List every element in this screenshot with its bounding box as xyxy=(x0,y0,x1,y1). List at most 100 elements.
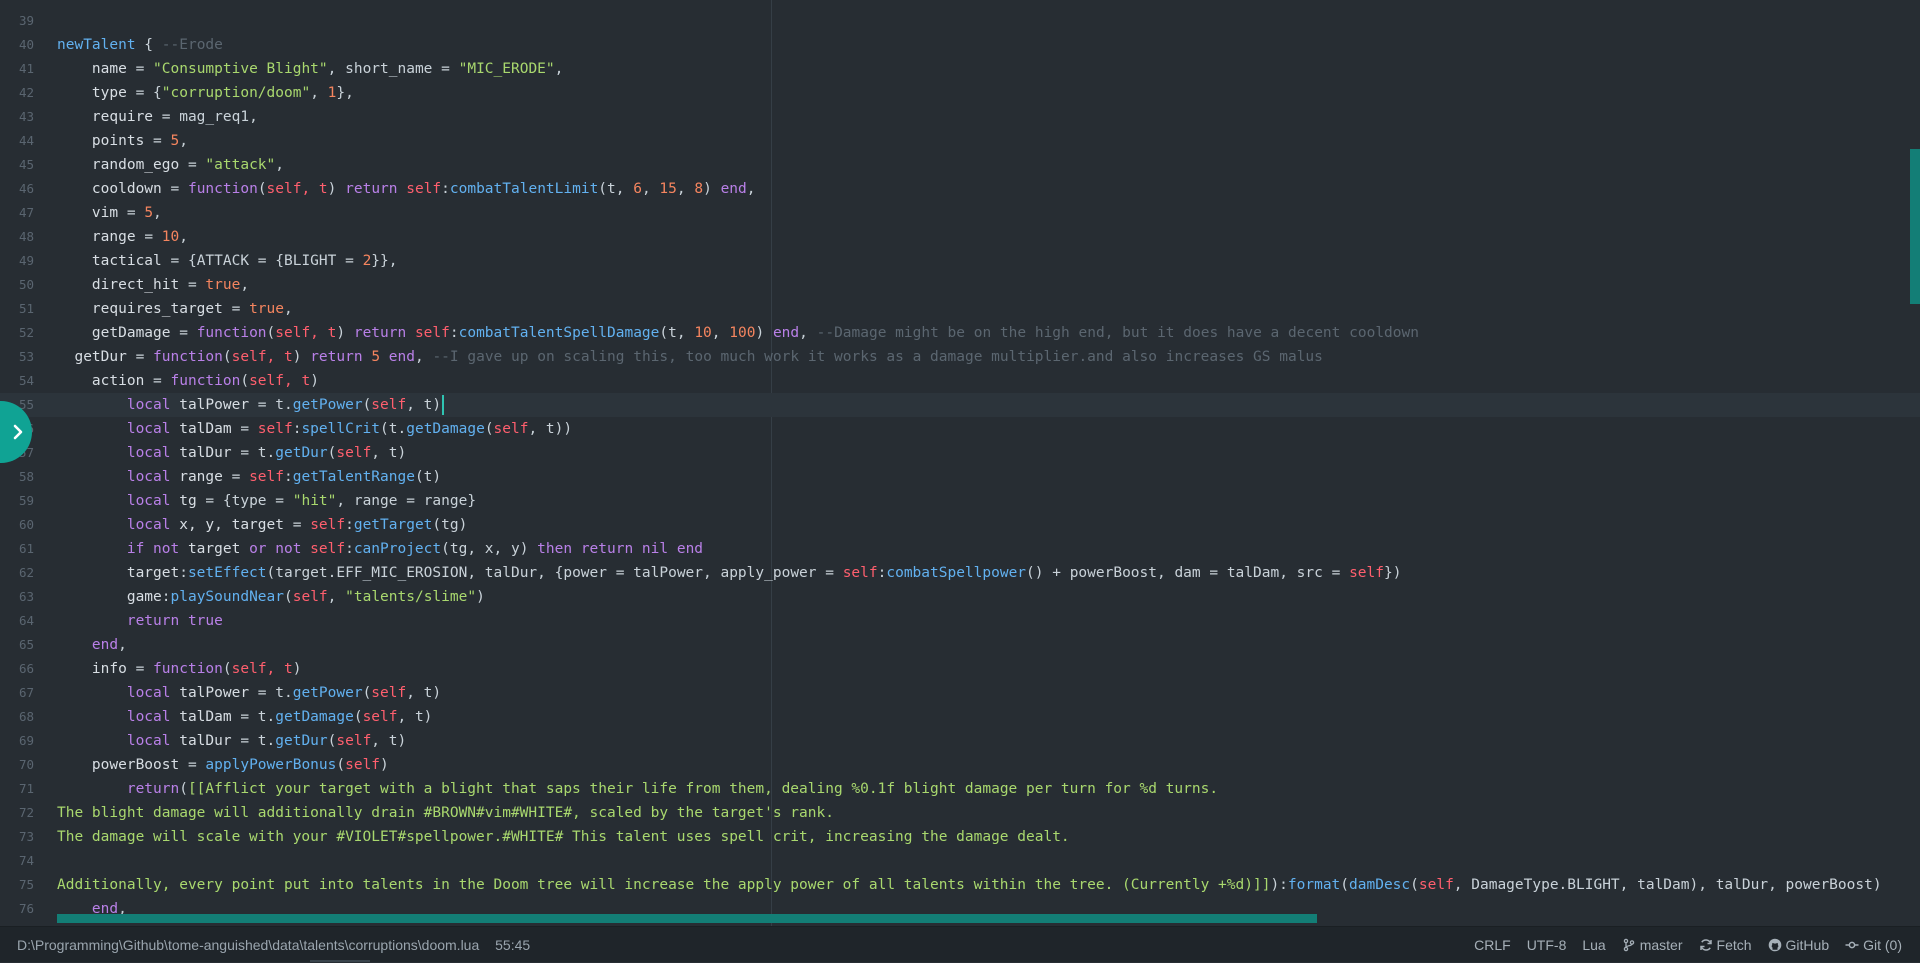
code-line[interactable]: 63 game:playSoundNear(self, "talents/sli… xyxy=(0,585,1920,609)
line-number[interactable]: 48 xyxy=(0,225,34,249)
code-line[interactable]: 46 cooldown = function(self, t) return s… xyxy=(0,177,1920,201)
code-text[interactable]: local talDur = t.getDur(self, t) xyxy=(57,441,406,465)
code-line[interactable]: 42 type = {"corruption/doom", 1}, xyxy=(0,81,1920,105)
code-text[interactable]: if not target or not self:canProject(tg,… xyxy=(57,537,703,561)
code-text[interactable]: type = {"corruption/doom", 1}, xyxy=(57,81,354,105)
code-text[interactable]: local x, y, target = self:getTarget(tg) xyxy=(57,513,468,537)
code-line[interactable]: 68 local talDam = t.getDamage(self, t) xyxy=(0,705,1920,729)
line-number[interactable]: 43 xyxy=(0,105,34,129)
line-number[interactable]: 70 xyxy=(0,753,34,777)
code-line[interactable]: 40 newTalent { --Erode xyxy=(0,33,1920,57)
code-text[interactable]: local talDam = self:spellCrit(t.getDamag… xyxy=(57,417,572,441)
code-text[interactable]: cooldown = function(self, t) return self… xyxy=(57,177,756,201)
github-button[interactable]: GitHub xyxy=(1768,937,1829,953)
horizontal-scrollbar[interactable] xyxy=(57,914,1317,923)
code-text[interactable]: requires_target = true, xyxy=(57,297,293,321)
code-text[interactable]: local talDur = t.getDur(self, t) xyxy=(57,729,406,753)
code-text[interactable]: getDamage = function(self, t) return sel… xyxy=(57,321,1419,345)
code-line[interactable]: 71 return([[Afflict your target with a b… xyxy=(0,777,1920,801)
code-line[interactable]: 48 range = 10, xyxy=(0,225,1920,249)
code-line[interactable]: 55 local talPower = t.getPower(self, t) xyxy=(0,393,1920,417)
fetch-button[interactable]: Fetch xyxy=(1699,937,1752,953)
code-text[interactable]: The damage will scale with your #VIOLET#… xyxy=(57,825,1070,849)
code-text[interactable]: end, xyxy=(57,633,127,657)
code-text[interactable]: vim = 5, xyxy=(57,201,162,225)
code-text[interactable]: powerBoost = applyPowerBonus(self) xyxy=(57,753,389,777)
code-line[interactable]: 52 getDamage = function(self, t) return … xyxy=(0,321,1920,345)
line-number[interactable]: 45 xyxy=(0,153,34,177)
branch-selector[interactable]: master xyxy=(1622,937,1683,953)
code-text[interactable]: random_ego = "attack", xyxy=(57,153,284,177)
line-number[interactable]: 52 xyxy=(0,321,34,345)
code-text[interactable]: return([[Afflict your target with a blig… xyxy=(57,777,1218,801)
code-text[interactable]: local talPower = t.getPower(self, t) xyxy=(57,681,441,705)
code-line[interactable]: 64 return true xyxy=(0,609,1920,633)
code-text[interactable]: range = 10, xyxy=(57,225,188,249)
code-text[interactable]: info = function(self, t) xyxy=(57,657,302,681)
line-number[interactable]: 59 xyxy=(0,489,34,513)
grammar-selector[interactable]: Lua xyxy=(1582,937,1605,953)
code-line[interactable]: 45 random_ego = "attack", xyxy=(0,153,1920,177)
line-number[interactable]: 69 xyxy=(0,729,34,753)
line-number[interactable]: 58 xyxy=(0,465,34,489)
code-line[interactable]: 50 direct_hit = true, xyxy=(0,273,1920,297)
code-line[interactable]: 44 points = 5, xyxy=(0,129,1920,153)
code-line[interactable]: 41 name = "Consumptive Blight", short_na… xyxy=(0,57,1920,81)
code-line[interactable]: 72 The blight damage will additionally dr… xyxy=(0,801,1920,825)
code-line[interactable]: 69 local talDur = t.getDur(self, t) xyxy=(0,729,1920,753)
code-line[interactable]: 59 local tg = {type = "hit", range = ran… xyxy=(0,489,1920,513)
code-line[interactable]: 54 action = function(self, t) xyxy=(0,369,1920,393)
code-text[interactable]: local talDam = t.getDamage(self, t) xyxy=(57,705,433,729)
code-line[interactable]: 62 target:setEffect(target.EFF_MIC_EROSI… xyxy=(0,561,1920,585)
line-number[interactable]: 76 xyxy=(0,897,34,921)
encoding-selector[interactable]: UTF-8 xyxy=(1527,937,1567,953)
file-path[interactable]: D:\Programming\Github\tome-anguished\dat… xyxy=(17,937,479,953)
code-text[interactable]: Additionally, every point put into talen… xyxy=(57,873,1882,897)
code-line[interactable]: 47 vim = 5, xyxy=(0,201,1920,225)
code-line[interactable]: 65 end, xyxy=(0,633,1920,657)
code-text[interactable]: require = mag_req1, xyxy=(57,105,258,129)
vertical-scrollbar[interactable] xyxy=(1910,149,1920,304)
line-number[interactable]: 66 xyxy=(0,657,34,681)
line-number[interactable]: 54 xyxy=(0,369,34,393)
line-number[interactable]: 74 xyxy=(0,849,34,873)
line-number[interactable]: 46 xyxy=(0,177,34,201)
code-line[interactable]: 74 xyxy=(0,849,1920,873)
line-number[interactable]: 68 xyxy=(0,705,34,729)
code-text[interactable]: The blight damage will additionally drai… xyxy=(57,801,834,825)
code-line[interactable]: 73 The damage will scale with your #VIOLE… xyxy=(0,825,1920,849)
code-text[interactable]: local talPower = t.getPower(self, t) xyxy=(57,393,445,417)
line-number[interactable]: 51 xyxy=(0,297,34,321)
code-line[interactable]: 61 if not target or not self:canProject(… xyxy=(0,537,1920,561)
code-line[interactable]: 67 local talPower = t.getPower(self, t) xyxy=(0,681,1920,705)
code-line[interactable]: 39 xyxy=(0,9,1920,33)
line-number[interactable]: 41 xyxy=(0,57,34,81)
line-number[interactable]: 47 xyxy=(0,201,34,225)
line-number[interactable]: 60 xyxy=(0,513,34,537)
code-lines[interactable]: 39 40 newTalent { --Erode 41 name = "Consum… xyxy=(0,9,1920,926)
code-text[interactable]: points = 5, xyxy=(57,129,188,153)
code-line[interactable]: 70 powerBoost = applyPowerBonus(self) xyxy=(0,753,1920,777)
code-text[interactable]: local tg = {type = "hit", range = range} xyxy=(57,489,476,513)
line-number[interactable]: 62 xyxy=(0,561,34,585)
code-editor[interactable]: 39 40 newTalent { --Erode 41 name = "Consum… xyxy=(0,0,1920,926)
code-line[interactable]: 57 local talDur = t.getDur(self, t) xyxy=(0,441,1920,465)
code-line[interactable]: 53 getDur = function(self, t) return 5 e… xyxy=(0,345,1920,369)
line-number[interactable]: 39 xyxy=(0,9,34,33)
code-line[interactable]: 49 tactical = {ATTACK = {BLIGHT = 2}}, xyxy=(0,249,1920,273)
line-number[interactable]: 44 xyxy=(0,129,34,153)
line-number[interactable]: 73 xyxy=(0,825,34,849)
line-number[interactable]: 42 xyxy=(0,81,34,105)
code-text[interactable]: return true xyxy=(57,609,223,633)
code-text[interactable]: target:setEffect(target.EFF_MIC_EROSION,… xyxy=(57,561,1402,585)
line-number[interactable]: 64 xyxy=(0,609,34,633)
git-panel-button[interactable]: Git (0) xyxy=(1845,937,1902,953)
code-line[interactable]: 56 local talDam = self:spellCrit(t.getDa… xyxy=(0,417,1920,441)
line-number[interactable]: 49 xyxy=(0,249,34,273)
code-text[interactable]: direct_hit = true, xyxy=(57,273,249,297)
code-line[interactable]: 66 info = function(self, t) xyxy=(0,657,1920,681)
code-line[interactable]: 60 local x, y, target = self:getTarget(t… xyxy=(0,513,1920,537)
line-number[interactable]: 75 xyxy=(0,873,34,897)
cursor-position[interactable]: 55:45 xyxy=(495,937,530,953)
code-text[interactable]: tactical = {ATTACK = {BLIGHT = 2}}, xyxy=(57,249,398,273)
